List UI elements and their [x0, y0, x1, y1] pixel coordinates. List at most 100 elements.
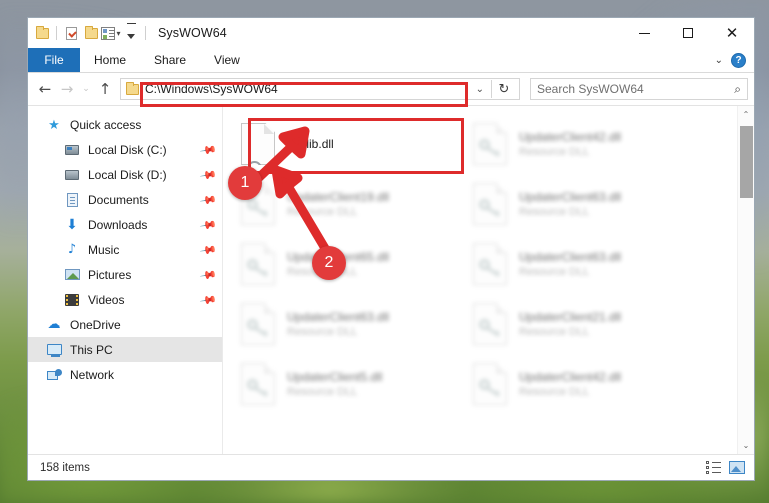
- scroll-up-icon[interactable]: ⌃: [738, 106, 755, 123]
- gears-file-icon: [241, 123, 275, 165]
- drive-icon: [64, 167, 80, 183]
- toolbar-separator-2: [145, 26, 146, 40]
- scroll-down-icon[interactable]: ⌄: [738, 437, 755, 454]
- refresh-icon[interactable]: ↻: [492, 78, 516, 100]
- onedrive-icon: ☁: [47, 317, 61, 332]
- chevron-down-icon[interactable]: ⌄: [715, 55, 723, 66]
- status-bar: 158 items: [28, 454, 754, 480]
- sidebar-item-videos[interactable]: Videos 📌: [28, 287, 222, 312]
- file-tile-updaterclient63-c[interactable]: UpdaterClient63.dll Resource DLL: [235, 294, 467, 354]
- file-name: UpdaterClient65.dll: [287, 250, 390, 264]
- address-chevron-down-icon[interactable]: ⌄: [469, 84, 491, 95]
- title-bar: ▾ SysWOW64 ✕: [28, 18, 754, 48]
- file-tile-updaterclient63-b[interactable]: UpdaterClient63.dll Resource DLL: [467, 234, 699, 294]
- back-arrow-icon[interactable]: ←: [34, 77, 56, 101]
- key-file-icon: [473, 303, 507, 345]
- address-folder-icon: [126, 81, 139, 95]
- music-icon: ♪: [67, 242, 77, 257]
- sidebar-item-label: Quick access: [70, 117, 142, 132]
- drive-icon: [64, 142, 80, 158]
- pin-icon[interactable]: 📌: [199, 191, 218, 210]
- file-name: UpdaterClient21.dll: [519, 310, 622, 324]
- pin-icon[interactable]: 📌: [199, 216, 218, 235]
- tab-file[interactable]: File: [28, 48, 80, 72]
- file-name: UpdaterClient63.dll: [519, 190, 622, 204]
- large-icons-view-icon[interactable]: [728, 459, 746, 476]
- tab-home[interactable]: Home: [80, 48, 140, 72]
- address-input[interactable]: C:\Windows\SysWOW64 ⌄ ↻: [120, 78, 520, 100]
- customize-view-icon[interactable]: ▾: [101, 22, 121, 44]
- explorer-body: ★ Quick access Local Disk (C:) 📌 Local D…: [28, 105, 754, 454]
- sidebar-item-label: Documents: [88, 192, 149, 207]
- sidebar-item-label: Pictures: [88, 267, 132, 282]
- file-subtitle: Resource DLL: [519, 326, 590, 338]
- sidebar-item-network[interactable]: Network: [28, 362, 222, 387]
- up-arrow-icon[interactable]: ↑: [94, 77, 116, 101]
- file-tile-updaterclient42-b[interactable]: UpdaterClient42.dll Resource DLL: [467, 354, 699, 414]
- sidebar-item-onedrive[interactable]: ☁ OneDrive: [28, 312, 222, 337]
- sidebar-item-quick-access[interactable]: ★ Quick access: [28, 112, 222, 137]
- ribbon-tabs: File Home Share View ⌄ ?: [28, 48, 754, 73]
- file-tile-dsplib[interactable]: dsplib.dll: [235, 114, 467, 174]
- pin-icon[interactable]: 📌: [199, 266, 218, 285]
- file-tile-updaterclient19[interactable]: UpdaterClient19.dll Resource DLL: [235, 174, 467, 234]
- file-tile-text: dsplib.dll: [287, 137, 334, 151]
- search-icon[interactable]: ⌕: [734, 82, 741, 97]
- key-file-icon: [473, 363, 507, 405]
- customize-quick-access-icon[interactable]: [121, 22, 141, 44]
- file-name: UpdaterClient63.dll: [519, 250, 622, 264]
- new-folder-icon[interactable]: [81, 22, 101, 44]
- close-button[interactable]: ✕: [710, 18, 754, 48]
- sidebar-item-documents[interactable]: Documents 📌: [28, 187, 222, 212]
- key-file-icon: [241, 183, 275, 225]
- folder-icon[interactable]: [32, 22, 52, 44]
- properties-icon[interactable]: [61, 22, 81, 44]
- pin-icon[interactable]: 📌: [199, 141, 218, 160]
- scrollbar-thumb[interactable]: [739, 126, 753, 198]
- file-tile-updaterclient65[interactable]: UpdaterClient65.dll Resource DLL: [235, 234, 467, 294]
- file-tile-text: UpdaterClient19.dll Resource DLL: [287, 190, 389, 218]
- sidebar-item-label: Local Disk (C:): [88, 142, 167, 157]
- file-tile-updaterclient63-a[interactable]: UpdaterClient63.dll Resource DLL: [467, 174, 699, 234]
- file-subtitle: Resource DLL: [287, 266, 358, 278]
- file-tile-text: UpdaterClient21.dll Resource DLL: [519, 310, 621, 338]
- sidebar-item-downloads[interactable]: ⬇ Downloads 📌: [28, 212, 222, 237]
- tab-view[interactable]: View: [200, 48, 254, 72]
- key-file-icon: [241, 363, 275, 405]
- search-input[interactable]: Search SysWOW64 ⌕: [530, 78, 748, 100]
- file-tile-updaterclient5[interactable]: UpdaterClient5.dll Resource DLL: [235, 354, 467, 414]
- sidebar-item-music[interactable]: ♪ Music 📌: [28, 237, 222, 262]
- address-bar-row: ← → ⌄ ↑ C:\Windows\SysWOW64 ⌄ ↻ Search S…: [28, 73, 754, 105]
- minimize-button[interactable]: [622, 18, 666, 48]
- downloads-icon: ⬇: [66, 216, 78, 233]
- pin-icon[interactable]: 📌: [199, 291, 218, 310]
- forward-arrow-icon[interactable]: →: [56, 77, 78, 101]
- help-icon[interactable]: ?: [731, 53, 746, 68]
- sidebar-item-label: Network: [70, 367, 115, 382]
- details-view-icon[interactable]: [704, 459, 722, 476]
- tab-share[interactable]: Share: [140, 48, 200, 72]
- pin-icon[interactable]: 📌: [199, 166, 218, 185]
- vertical-scrollbar[interactable]: ⌃ ⌄: [737, 106, 754, 454]
- sidebar-item-label: Videos: [88, 292, 125, 307]
- scrollbar-track[interactable]: [738, 123, 755, 437]
- key-file-icon: [241, 243, 275, 285]
- search-placeholder: Search SysWOW64: [537, 82, 644, 96]
- file-subtitle: Resource DLL: [519, 386, 590, 398]
- file-list-pane[interactable]: dsplib.dll UpdaterClient42.dll Resource …: [223, 106, 754, 454]
- sidebar-item-pictures[interactable]: Pictures 📌: [28, 262, 222, 287]
- file-tile-text: UpdaterClient65.dll Resource DLL: [287, 250, 389, 278]
- videos-icon: [64, 292, 80, 308]
- sidebar-item-local-disk-c[interactable]: Local Disk (C:) 📌: [28, 137, 222, 162]
- file-tile-text: UpdaterClient63.dll Resource DLL: [287, 310, 389, 338]
- recent-locations-icon[interactable]: ⌄: [78, 77, 94, 101]
- sidebar-item-local-disk-d[interactable]: Local Disk (D:) 📌: [28, 162, 222, 187]
- sidebar-item-this-pc[interactable]: This PC: [28, 337, 222, 362]
- maximize-button[interactable]: [666, 18, 710, 48]
- file-tile-text: UpdaterClient63.dll Resource DLL: [519, 250, 621, 278]
- file-subtitle: Resource DLL: [287, 386, 358, 398]
- pin-icon[interactable]: 📌: [199, 241, 218, 260]
- file-name: dsplib.dll: [287, 137, 334, 151]
- file-tile-updaterclient42-a[interactable]: UpdaterClient42.dll Resource DLL: [467, 114, 699, 174]
- file-tile-updaterclient21[interactable]: UpdaterClient21.dll Resource DLL: [467, 294, 699, 354]
